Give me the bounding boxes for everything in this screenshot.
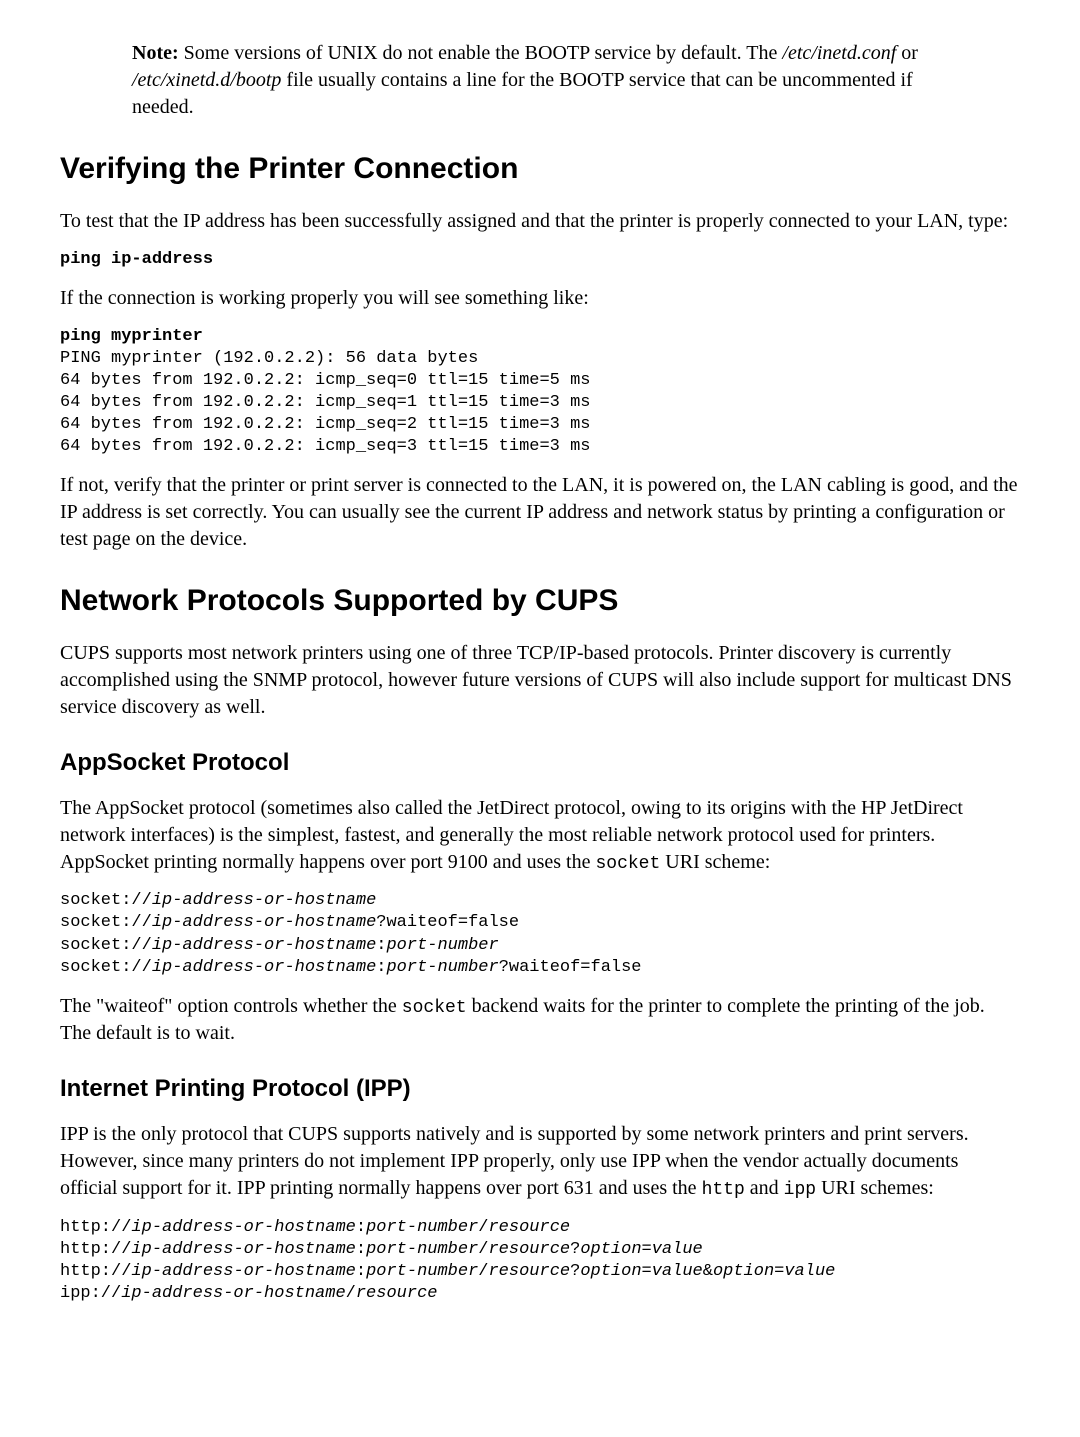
ping-command-text: ping ip-address bbox=[60, 250, 213, 269]
ping-output-line: 64 bytes from 192.0.2.2: icmp_seq=1 ttl=… bbox=[60, 393, 591, 412]
uri-colon: : bbox=[376, 936, 386, 955]
ipp-para: IPP is the only protocol that CUPS suppo… bbox=[60, 1121, 1020, 1202]
uri-port: port-number bbox=[366, 1262, 478, 1281]
ping-output-line: PING myprinter (192.0.2.2): 56 data byte… bbox=[60, 349, 478, 368]
ping-output-line: 64 bytes from 192.0.2.2: icmp_seq=2 ttl=… bbox=[60, 415, 591, 434]
ping-output-line: 64 bytes from 192.0.2.2: icmp_seq=0 ttl=… bbox=[60, 371, 591, 390]
uri-slash: / bbox=[346, 1284, 356, 1303]
uri-port: port-number bbox=[366, 1218, 478, 1237]
uri-prefix: socket:// bbox=[60, 913, 152, 932]
verify-intro: To test that the IP address has been suc… bbox=[60, 208, 1020, 235]
note-paragraph: Note: Some versions of UNIX do not enabl… bbox=[132, 40, 932, 121]
uri-host: ip-address-or-hostname bbox=[152, 936, 376, 955]
waiteof-code: socket bbox=[402, 998, 467, 1018]
note-text-1: Some versions of UNIX do not enable the … bbox=[179, 42, 783, 64]
uri-resource: resource bbox=[488, 1240, 570, 1259]
uri-port: port-number bbox=[386, 936, 498, 955]
note-path-2: /etc/xinetd.d/bootp bbox=[132, 69, 281, 91]
verify-working-intro: If the connection is working properly yo… bbox=[60, 285, 1020, 312]
uri-colon: : bbox=[356, 1262, 366, 1281]
uri-resource: resource bbox=[488, 1262, 570, 1281]
ping-myprinter-cmd: ping myprinter bbox=[60, 327, 203, 346]
appsocket-code-socket: socket bbox=[595, 854, 660, 874]
uri-colon: : bbox=[356, 1218, 366, 1237]
heading-appsocket: AppSocket Protocol bbox=[60, 747, 1020, 779]
uri-slash: / bbox=[478, 1240, 488, 1259]
uri-host: ip-address-or-hostname bbox=[121, 1284, 345, 1303]
uri-slash: / bbox=[478, 1218, 488, 1237]
heading-ipp: Internet Printing Protocol (IPP) bbox=[60, 1073, 1020, 1105]
uri-colon: : bbox=[356, 1240, 366, 1259]
note-label: Note: bbox=[132, 42, 179, 64]
uri-qmark: ? bbox=[570, 1262, 580, 1281]
uri-host: ip-address-or-hostname bbox=[152, 958, 376, 977]
ping-output-line: 64 bytes from 192.0.2.2: icmp_seq=3 ttl=… bbox=[60, 437, 591, 456]
uri-host: ip-address-or-hostname bbox=[131, 1262, 355, 1281]
code-ipp-uris: http://ip-address-or-hostname:port-numbe… bbox=[60, 1217, 1020, 1305]
code-ping-cmd: ping ip-address bbox=[60, 249, 1020, 271]
uri-option: option=value bbox=[713, 1262, 835, 1281]
note-path-1: /etc/inetd.conf bbox=[782, 42, 896, 64]
uri-port: port-number bbox=[386, 958, 498, 977]
uri-host: ip-address-or-hostname bbox=[152, 891, 376, 910]
appsocket-para: The AppSocket protocol (sometimes also c… bbox=[60, 795, 1020, 876]
uri-slash: / bbox=[478, 1262, 488, 1281]
uri-prefix: http:// bbox=[60, 1262, 131, 1281]
uri-prefix: socket:// bbox=[60, 936, 152, 955]
uri-host: ip-address-or-hostname bbox=[152, 913, 376, 932]
uri-resource: resource bbox=[488, 1218, 570, 1237]
waiteof-text-1: The "waiteof" option controls whether th… bbox=[60, 995, 402, 1017]
uri-prefix: socket:// bbox=[60, 958, 152, 977]
uri-resource: resource bbox=[356, 1284, 438, 1303]
uri-suffix: ?waiteof=false bbox=[499, 958, 642, 977]
ipp-code-ipp: ipp bbox=[784, 1180, 816, 1200]
verify-outro: If not, verify that the printer or print… bbox=[60, 472, 1020, 553]
code-appsocket-uris: socket://ip-address-or-hostname socket:/… bbox=[60, 890, 1020, 978]
uri-qmark: ? bbox=[570, 1240, 580, 1259]
ipp-text-mid: and bbox=[745, 1177, 784, 1199]
appsocket-waiteof-para: The "waiteof" option controls whether th… bbox=[60, 993, 1020, 1047]
uri-amp: & bbox=[703, 1262, 713, 1281]
appsocket-text-2: URI scheme: bbox=[660, 851, 770, 873]
note-text-between: or bbox=[896, 42, 918, 64]
uri-port: port-number bbox=[366, 1240, 478, 1259]
uri-host: ip-address-or-hostname bbox=[131, 1240, 355, 1259]
appsocket-text-1: The AppSocket protocol (sometimes also c… bbox=[60, 797, 963, 873]
uri-option: option=value bbox=[580, 1240, 702, 1259]
ipp-text-2: URI schemes: bbox=[816, 1177, 934, 1199]
uri-prefix: ipp:// bbox=[60, 1284, 121, 1303]
uri-prefix: http:// bbox=[60, 1240, 131, 1259]
ipp-code-http: http bbox=[702, 1180, 745, 1200]
uri-colon: : bbox=[376, 958, 386, 977]
code-ping-output: ping myprinter PING myprinter (192.0.2.2… bbox=[60, 326, 1020, 459]
uri-prefix: http:// bbox=[60, 1218, 131, 1237]
uri-suffix: ?waiteof=false bbox=[376, 913, 519, 932]
protocols-intro: CUPS supports most network printers usin… bbox=[60, 640, 1020, 721]
uri-prefix: socket:// bbox=[60, 891, 152, 910]
heading-verify: Verifying the Printer Connection bbox=[60, 149, 1020, 190]
uri-option: option=value bbox=[580, 1262, 702, 1281]
uri-host: ip-address-or-hostname bbox=[131, 1218, 355, 1237]
heading-protocols: Network Protocols Supported by CUPS bbox=[60, 581, 1020, 622]
